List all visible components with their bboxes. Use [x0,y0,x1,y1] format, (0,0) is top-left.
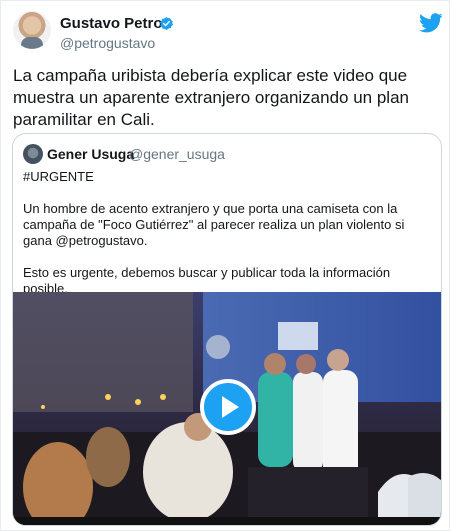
quoted-hashtag[interactable]: #URGENTE [23,169,435,185]
quoted-paragraph-1: Un hombre de acento extranjero y que por… [23,201,405,248]
quoted-author-handle[interactable]: @gener_usuga [129,146,225,162]
quoted-avatar[interactable] [23,144,43,164]
tweet-text: La campaña uribista debería explicar est… [13,66,409,129]
twitter-bird-icon[interactable] [419,13,443,33]
quoted-tweet[interactable]: Gener Usuga @gener_usuga #URGENTE Un hom… [12,133,442,526]
quoted-tweet-text: #URGENTE Un hombre de acento extranjero … [23,169,435,297]
author-handle[interactable]: @petrogustavo [60,35,155,51]
tweet-card: Gustavo Petro @petrogustavo La campaña u… [0,0,450,531]
quoted-author-name[interactable]: Gener Usuga [47,146,134,162]
play-icon [222,396,239,418]
video-player[interactable] [13,292,441,525]
avatar[interactable] [13,11,51,49]
author-name[interactable]: Gustavo Petro [60,15,163,32]
play-button[interactable] [200,379,256,435]
verified-badge-icon [159,16,174,31]
